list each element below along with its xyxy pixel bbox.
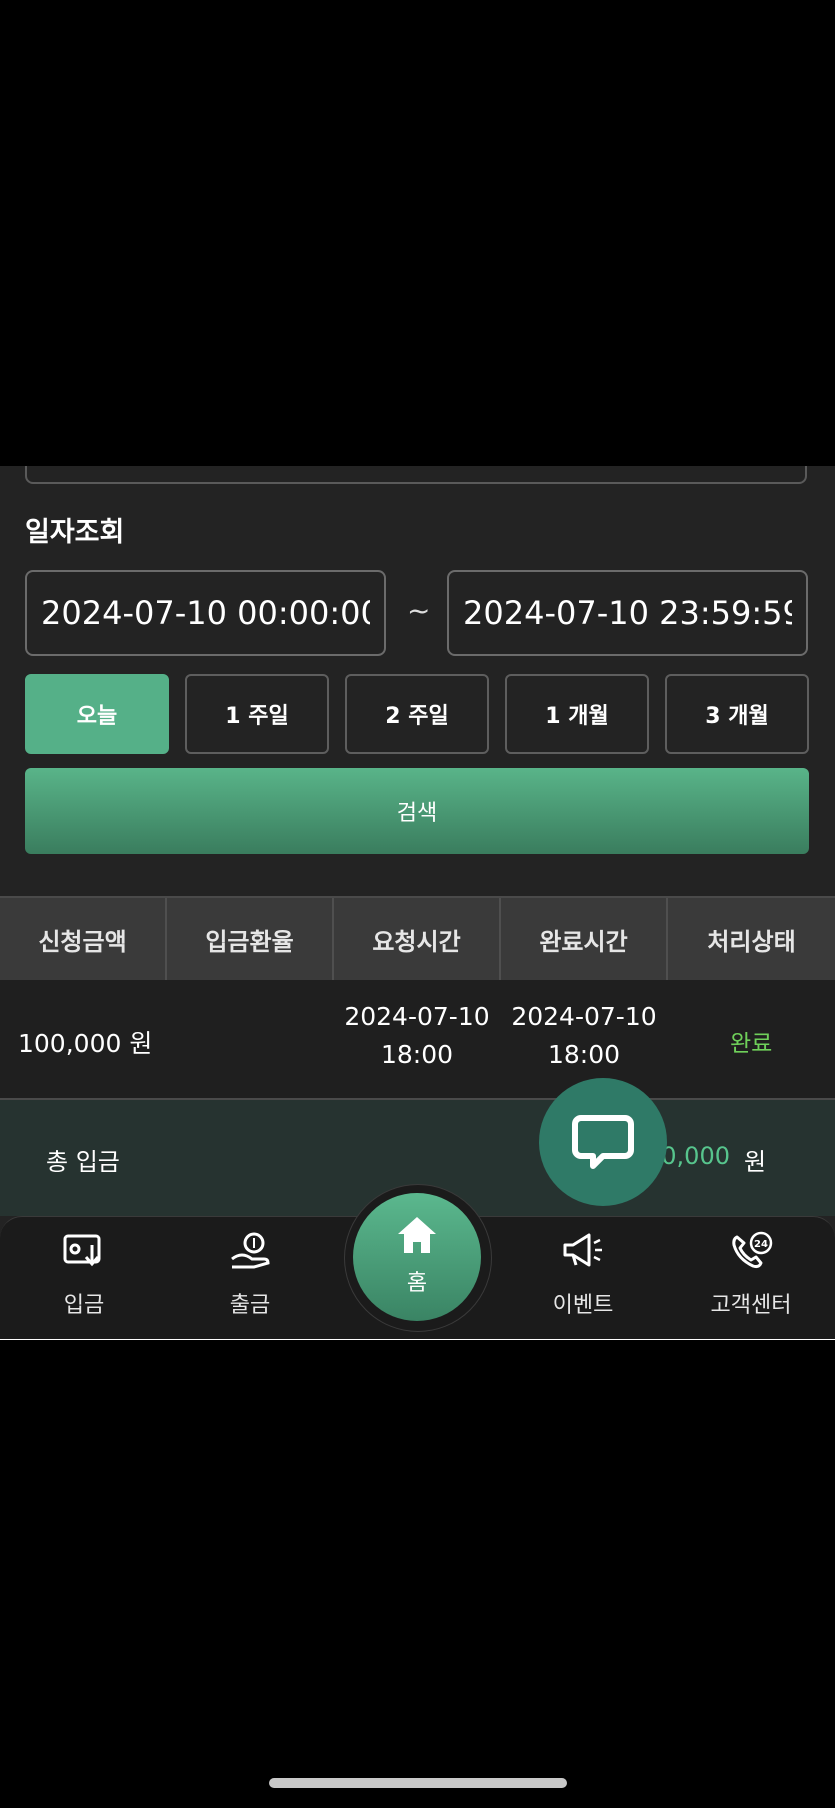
nav-event[interactable]: 이벤트 <box>513 1217 653 1340</box>
header-complete-time: 완료시간 <box>501 898 668 980</box>
chat-bubble-icon <box>572 1115 634 1169</box>
section-title: 일자조회 <box>25 517 125 548</box>
app-screen: 일자조회 ~ 오늘 1 주일 2 주일 1 개월 3 개월 검색 신청금액 입금… <box>0 466 835 1340</box>
row-amount: 100,000 원 <box>18 1029 153 1058</box>
header-rate: 입금환율 <box>167 898 334 980</box>
nav-withdraw[interactable]: 출금 <box>180 1217 320 1340</box>
nav-deposit-label: 입금 <box>63 1293 105 1318</box>
phone-24-icon: 24 <box>732 1231 773 1269</box>
nav-event-label: 이벤트 <box>552 1293 614 1318</box>
date-separator: ~ <box>407 594 431 627</box>
partial-input-field[interactable] <box>25 466 807 484</box>
period-1month-button[interactable]: 1 개월 <box>505 674 649 754</box>
nav-withdraw-label: 출금 <box>229 1293 271 1318</box>
header-request-time: 요청시간 <box>334 898 501 980</box>
row-status: 완료 <box>730 1031 773 1057</box>
megaphone-icon <box>563 1233 602 1267</box>
end-date-input[interactable] <box>447 570 808 656</box>
start-date-input[interactable] <box>25 570 386 656</box>
deposit-icon <box>63 1234 101 1267</box>
divider <box>0 1339 835 1340</box>
row-complete-time-text: 18:00 <box>547 1040 621 1069</box>
nav-home-label: 홈 <box>406 1271 428 1296</box>
table-row: 100,000 원 2024-07-10 18:00 2024-07-10 18… <box>0 980 835 1100</box>
svg-text:24: 24 <box>754 1239 768 1250</box>
row-request-date-text: 2024-07-10 <box>344 1002 490 1031</box>
home-icon <box>398 1217 436 1253</box>
header-status: 처리상태 <box>707 927 796 956</box>
chat-button[interactable] <box>539 1078 667 1206</box>
period-1week-button[interactable]: 1 주일 <box>185 674 329 754</box>
nav-deposit[interactable]: 입금 <box>14 1217 154 1340</box>
summary-unit: 원 <box>744 1148 767 1176</box>
nav-home[interactable]: 홈 <box>353 1193 481 1321</box>
header-amount: 신청금액 <box>0 898 167 980</box>
row-request-time-text: 18:00 <box>380 1040 454 1069</box>
summary-label: 총 입금 <box>46 1148 120 1176</box>
period-today-button[interactable]: 오늘 <box>25 674 169 754</box>
period-2week-button[interactable]: 2 주일 <box>345 674 489 754</box>
row-complete-date-text: 2024-07-10 <box>511 1002 657 1031</box>
money-hand-icon <box>231 1232 270 1269</box>
search-button[interactable]: 검색 <box>25 768 809 854</box>
nav-support-label: 고객센터 <box>710 1293 792 1318</box>
period-3month-button[interactable]: 3 개월 <box>665 674 809 754</box>
home-indicator[interactable] <box>269 1778 567 1788</box>
table-header: 신청금액 입금환율 요청시간 완료시간 처리상태 <box>0 896 835 982</box>
row-complete-time: 2024-07-10 18:00 <box>504 998 664 1074</box>
nav-support[interactable]: 24 고객센터 <box>681 1217 821 1340</box>
row-request-time: 2024-07-10 18:00 <box>337 998 497 1074</box>
